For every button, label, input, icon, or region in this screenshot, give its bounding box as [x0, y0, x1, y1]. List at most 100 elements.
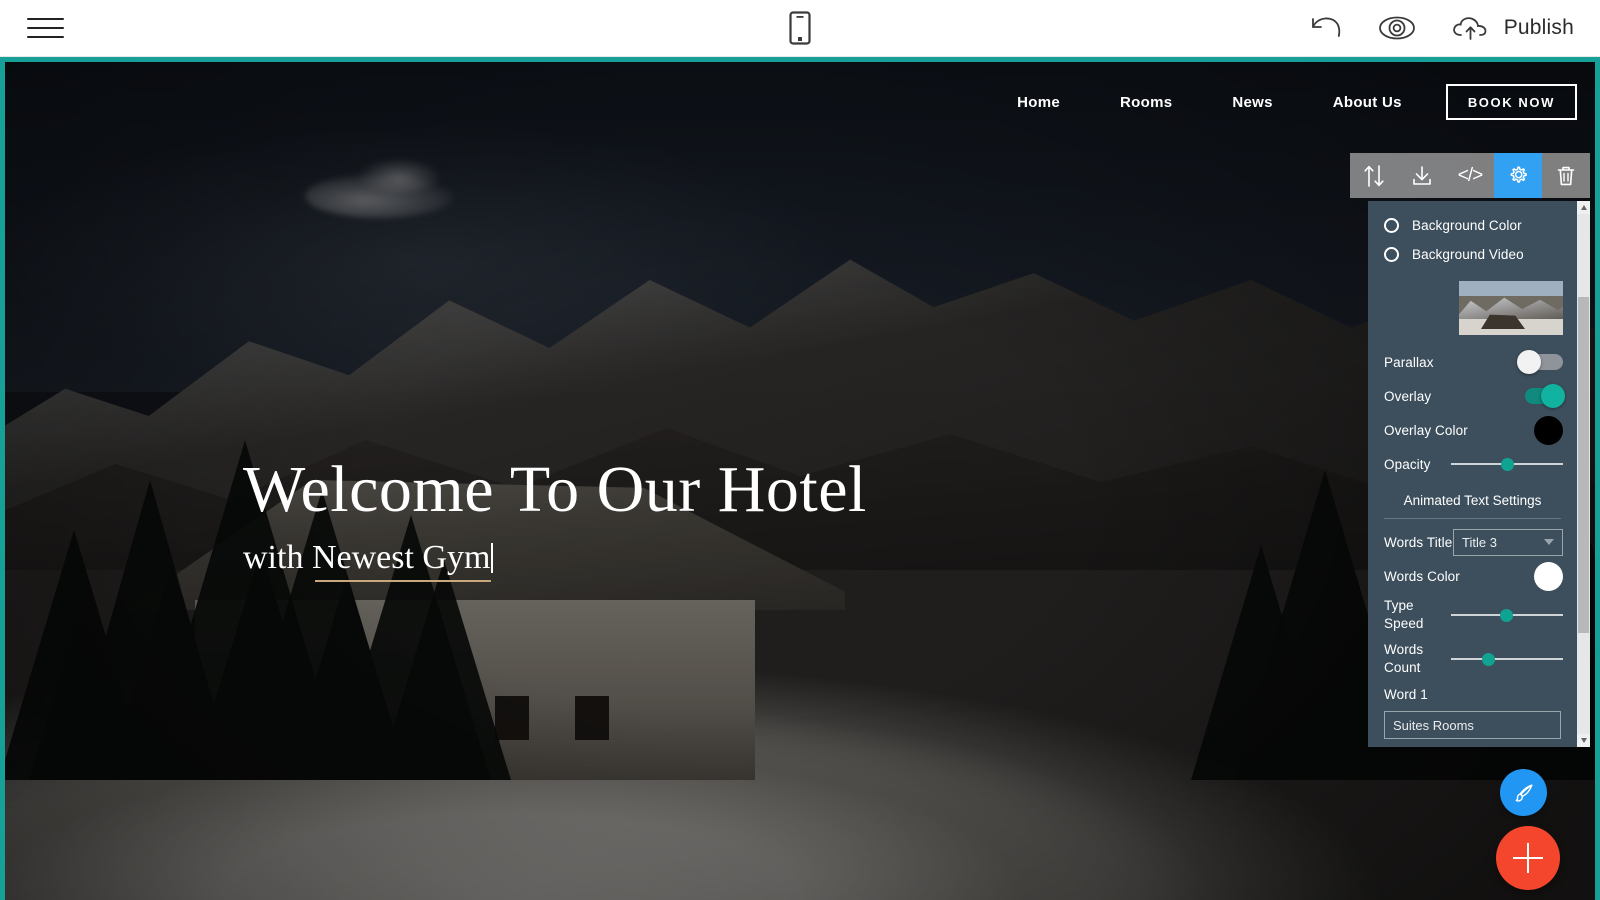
- scrollbar-thumb[interactable]: [1578, 297, 1589, 633]
- opacity-row: Opacity: [1368, 447, 1577, 481]
- topbar-actions: Publish: [1309, 14, 1574, 42]
- download-block-icon[interactable]: [1398, 153, 1446, 198]
- style-paintbrush-button[interactable]: [1500, 769, 1547, 816]
- hero-subtitle-wrapper: with Newest Gym: [243, 538, 494, 583]
- hamburger-menu-icon[interactable]: [22, 5, 68, 51]
- add-block-button[interactable]: [1496, 826, 1560, 890]
- toggle-knob: [1517, 350, 1541, 374]
- paintbrush-icon: [1515, 784, 1532, 802]
- overlay-toggle[interactable]: [1519, 384, 1565, 408]
- words-color-row: Words Color: [1368, 559, 1577, 593]
- words-count-row: Words Count: [1368, 637, 1577, 681]
- eye-preview-icon[interactable]: [1377, 14, 1417, 42]
- undo-arrow-icon[interactable]: [1309, 14, 1343, 42]
- block-settings-icon[interactable]: [1494, 153, 1542, 198]
- slider-track: [1451, 658, 1563, 660]
- canvas-frame: Home Rooms News About Us BOOK NOW Welcom…: [0, 57, 1600, 900]
- hamburger-line: [26, 27, 64, 29]
- scroll-up-icon[interactable]: [1577, 201, 1590, 214]
- word-1-label: Word 1: [1384, 686, 1428, 702]
- mobile-phone-glyph: [789, 11, 811, 45]
- chevron-down-icon: [1544, 539, 1554, 545]
- page-canvas: Home Rooms News About Us BOOK NOW Welcom…: [5, 62, 1595, 900]
- opacity-control: [1451, 454, 1563, 474]
- words-color-swatch[interactable]: [1534, 561, 1563, 591]
- nav-link-about-us[interactable]: About Us: [1303, 94, 1432, 111]
- radio-label: Background Color: [1412, 218, 1522, 233]
- toggle-knob: [1541, 384, 1565, 408]
- type-speed-slider[interactable]: [1451, 605, 1563, 625]
- words-count-control: [1451, 649, 1563, 669]
- nav-link-news[interactable]: News: [1202, 94, 1302, 111]
- hero-text-block[interactable]: Welcome To Our Hotel with Newest Gym: [243, 455, 867, 583]
- words-color-label: Words Color: [1384, 568, 1460, 584]
- word-1-row: Word 1: [1368, 681, 1577, 707]
- book-now-button[interactable]: BOOK NOW: [1445, 84, 1577, 120]
- type-speed-label-line2: Speed: [1384, 616, 1424, 631]
- subtitle-underline: [315, 580, 491, 583]
- arrows-up-down-glyph: [1364, 164, 1384, 187]
- words-title-row: Words Title Title 3: [1368, 525, 1577, 559]
- nav-link-rooms[interactable]: Rooms: [1090, 94, 1202, 111]
- radio-background-color[interactable]: Background Color: [1368, 211, 1577, 240]
- overlay-color-swatch[interactable]: [1534, 415, 1563, 445]
- settings-panel-scroll-area: Background Color Background Video Parall…: [1368, 201, 1577, 747]
- overlay-control: [1519, 384, 1565, 408]
- words-count-label-line1: Words: [1384, 642, 1424, 658]
- settings-panel-scrollbar[interactable]: [1577, 201, 1590, 747]
- download-glyph: [1413, 165, 1431, 185]
- animated-text-settings-title: Animated Text Settings: [1403, 493, 1542, 508]
- mobile-phone-icon[interactable]: [780, 8, 820, 48]
- type-speed-label-line1: Type: [1384, 598, 1414, 614]
- opacity-slider[interactable]: [1451, 454, 1563, 474]
- gear-glyph: [1510, 165, 1527, 183]
- hero-subtitle[interactable]: with Newest Gym: [243, 539, 490, 576]
- typing-caret: [491, 543, 494, 574]
- publish-button[interactable]: Publish: [1451, 14, 1574, 42]
- section-divider: [1384, 518, 1561, 519]
- words-color-control: [1534, 561, 1563, 591]
- words-count-slider[interactable]: [1451, 649, 1563, 669]
- move-block-icon[interactable]: [1350, 153, 1398, 198]
- slider-knob[interactable]: [1501, 457, 1515, 471]
- parallax-control: [1517, 350, 1563, 374]
- slider-knob[interactable]: [1500, 608, 1514, 622]
- hero-title[interactable]: Welcome To Our Hotel: [243, 455, 867, 525]
- type-speed-row: Type Speed: [1368, 593, 1577, 637]
- radio-icon: [1384, 218, 1399, 233]
- opacity-label: Opacity: [1384, 456, 1431, 472]
- word-1-input[interactable]: Suites Rooms: [1384, 711, 1561, 739]
- overlay-label: Overlay: [1384, 388, 1432, 404]
- slider-knob[interactable]: [1482, 652, 1496, 666]
- app-toolbar: Publish: [0, 0, 1600, 57]
- hamburger-line: [26, 36, 64, 38]
- edit-code-icon[interactable]: </>: [1446, 153, 1494, 198]
- parallax-label: Parallax: [1384, 354, 1434, 370]
- publish-label: Publish: [1503, 16, 1574, 39]
- type-speed-control: [1451, 605, 1563, 625]
- radio-background-video[interactable]: Background Video: [1368, 240, 1577, 269]
- delete-block-icon[interactable]: [1542, 153, 1590, 198]
- overlay-row: Overlay: [1368, 379, 1577, 413]
- eye-glyph: [1378, 16, 1415, 40]
- words-title-select[interactable]: Title 3: [1453, 528, 1563, 556]
- site-navigation: Home Rooms News About Us BOOK NOW: [987, 84, 1577, 120]
- type-speed-label: Type Speed: [1384, 597, 1424, 633]
- overlay-color-row: Overlay Color: [1368, 413, 1577, 447]
- chevron-up-glyph: [1580, 205, 1587, 210]
- words-title-value: Title 3: [1462, 534, 1497, 550]
- overlay-color-label: Overlay Color: [1384, 422, 1468, 438]
- words-title-label: Words Title: [1384, 534, 1453, 550]
- words-count-label: Words Count: [1384, 641, 1423, 677]
- cloud-upload-glyph: [1452, 17, 1487, 40]
- words-count-label-line2: Count: [1384, 660, 1421, 675]
- parallax-row: Parallax: [1368, 345, 1577, 379]
- overlay-color-control: [1534, 415, 1563, 445]
- scroll-down-icon[interactable]: [1577, 734, 1590, 747]
- background-thumbnail-row: [1368, 269, 1577, 345]
- parallax-toggle[interactable]: [1517, 350, 1563, 374]
- trash-glyph: [1557, 166, 1575, 185]
- undo-glyph: [1311, 17, 1340, 37]
- nav-link-home[interactable]: Home: [987, 94, 1090, 111]
- background-image-thumbnail[interactable]: [1459, 281, 1563, 335]
